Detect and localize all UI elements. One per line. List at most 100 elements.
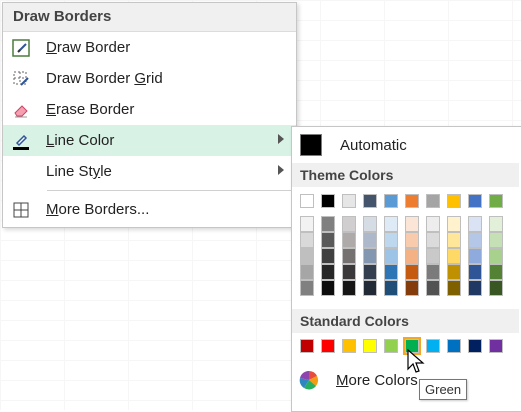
line-color-icon <box>10 130 32 152</box>
color-tooltip: Green <box>419 379 468 400</box>
theme-color-swatch[interactable] <box>342 194 356 208</box>
theme-shade-swatch[interactable] <box>447 248 461 264</box>
theme-shade-swatch[interactable] <box>384 248 398 264</box>
theme-shade-swatch[interactable] <box>426 248 440 264</box>
theme-color-swatch[interactable] <box>363 194 377 208</box>
theme-shade-swatch[interactable] <box>321 216 335 232</box>
theme-shade-swatch[interactable] <box>405 280 419 296</box>
menu-item-line-color[interactable]: Line Color <box>3 125 296 156</box>
theme-shade-swatch[interactable] <box>300 264 314 280</box>
draw-border-grid-icon <box>10 68 32 90</box>
standard-color-swatch[interactable] <box>468 339 482 353</box>
mouse-pointer-icon <box>407 348 425 380</box>
theme-shade-swatch[interactable] <box>468 232 482 248</box>
theme-shade-swatch[interactable] <box>384 264 398 280</box>
menu-item-erase-border[interactable]: Erase Border <box>3 94 296 125</box>
borders-grid-icon <box>10 199 32 221</box>
theme-shade-swatch[interactable] <box>363 264 377 280</box>
theme-shade-swatch[interactable] <box>321 232 335 248</box>
theme-shade-swatch[interactable] <box>342 280 356 296</box>
theme-shade-swatch[interactable] <box>321 264 335 280</box>
menu-item-label: Erase Border <box>46 101 135 118</box>
automatic-color-option[interactable]: Automatic <box>292 127 521 163</box>
menu-item-line-style[interactable]: Line Style <box>3 156 296 187</box>
line-style-icon-placeholder <box>10 161 32 183</box>
theme-shade-swatch[interactable] <box>363 248 377 264</box>
menu-item-draw-border[interactable]: Draw Border <box>3 32 296 63</box>
theme-shade-swatch[interactable] <box>447 264 461 280</box>
menu-item-label: Line Color <box>46 132 115 149</box>
menu-item-label: More Borders... <box>46 201 150 218</box>
theme-shade-swatch[interactable] <box>300 232 314 248</box>
theme-shade-swatch[interactable] <box>384 232 398 248</box>
draw-borders-menu: Draw Borders Draw Border Draw Border Gri… <box>2 2 297 228</box>
menu-header: Draw Borders <box>3 3 296 32</box>
theme-shade-swatch[interactable] <box>363 232 377 248</box>
theme-shade-swatch[interactable] <box>489 264 503 280</box>
theme-shade-swatch[interactable] <box>405 232 419 248</box>
standard-color-swatch[interactable] <box>489 339 503 353</box>
theme-shade-swatch[interactable] <box>363 280 377 296</box>
theme-color-swatch[interactable] <box>321 194 335 208</box>
theme-shade-swatch[interactable] <box>426 264 440 280</box>
theme-shade-swatch[interactable] <box>489 280 503 296</box>
theme-shade-swatch[interactable] <box>405 248 419 264</box>
theme-shade-swatch[interactable] <box>384 216 398 232</box>
theme-shade-swatch[interactable] <box>321 280 335 296</box>
color-wheel-icon <box>298 369 320 391</box>
theme-shade-swatch[interactable] <box>300 280 314 296</box>
theme-shade-swatch[interactable] <box>468 264 482 280</box>
menu-item-more-borders[interactable]: More Borders... <box>3 194 296 225</box>
menu-separator <box>47 190 296 191</box>
theme-color-swatch[interactable] <box>300 194 314 208</box>
theme-shade-swatch[interactable] <box>447 216 461 232</box>
eraser-icon <box>10 99 32 121</box>
automatic-swatch <box>300 134 322 156</box>
standard-color-swatch[interactable] <box>321 339 335 353</box>
automatic-label: Automatic <box>340 136 407 154</box>
theme-shade-swatch[interactable] <box>384 280 398 296</box>
theme-shade-swatch[interactable] <box>342 264 356 280</box>
standard-color-swatch[interactable] <box>363 339 377 353</box>
theme-shade-swatch[interactable] <box>468 248 482 264</box>
theme-shade-swatch[interactable] <box>342 216 356 232</box>
theme-shade-swatch[interactable] <box>300 216 314 232</box>
standard-color-swatch[interactable] <box>426 339 440 353</box>
submenu-arrow-icon <box>278 134 284 144</box>
theme-shade-swatch[interactable] <box>405 216 419 232</box>
menu-item-label: Draw Border <box>46 39 131 56</box>
theme-shade-swatch[interactable] <box>426 232 440 248</box>
theme-shade-swatch[interactable] <box>468 280 482 296</box>
theme-shade-swatch[interactable] <box>489 232 503 248</box>
theme-shade-swatch[interactable] <box>447 232 461 248</box>
theme-shade-swatch[interactable] <box>405 264 419 280</box>
submenu-arrow-icon <box>278 165 284 175</box>
theme-shade-swatch[interactable] <box>342 232 356 248</box>
theme-shade-swatch[interactable] <box>489 216 503 232</box>
theme-shade-swatch[interactable] <box>321 248 335 264</box>
theme-color-swatch[interactable] <box>489 194 503 208</box>
theme-color-swatch[interactable] <box>468 194 482 208</box>
standard-colors-header: Standard Colors <box>292 309 519 333</box>
standard-color-swatch[interactable] <box>342 339 356 353</box>
theme-shade-swatch[interactable] <box>426 216 440 232</box>
standard-color-swatch[interactable] <box>384 339 398 353</box>
theme-color-swatch[interactable] <box>405 194 419 208</box>
theme-shade-swatch[interactable] <box>489 248 503 264</box>
menu-item-label: Draw Border Grid <box>46 70 163 87</box>
line-color-submenu: Automatic Theme Colors Standard Colors M… <box>291 126 521 412</box>
theme-shade-swatch[interactable] <box>447 280 461 296</box>
theme-color-swatch[interactable] <box>426 194 440 208</box>
theme-shade-swatch[interactable] <box>468 216 482 232</box>
standard-color-swatch[interactable] <box>300 339 314 353</box>
draw-border-icon <box>10 37 32 59</box>
theme-shade-swatch[interactable] <box>300 248 314 264</box>
theme-shade-swatch[interactable] <box>426 280 440 296</box>
standard-color-swatch[interactable] <box>447 339 461 353</box>
theme-shade-swatch[interactable] <box>342 248 356 264</box>
theme-color-swatch[interactable] <box>384 194 398 208</box>
theme-shade-swatch[interactable] <box>363 216 377 232</box>
menu-item-draw-border-grid[interactable]: Draw Border Grid <box>3 63 296 94</box>
theme-colors-header: Theme Colors <box>292 163 519 187</box>
theme-color-swatch[interactable] <box>447 194 461 208</box>
